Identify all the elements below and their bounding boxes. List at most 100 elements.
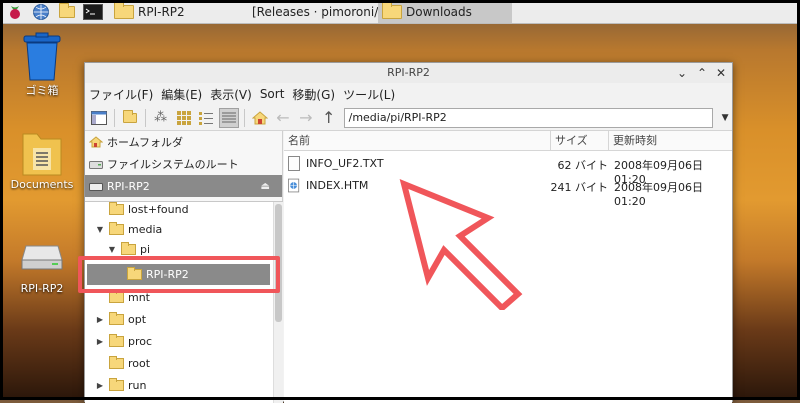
- toolbar-separator: [144, 108, 146, 127]
- task-label: [Releases · pimoroni/...: [252, 4, 378, 19]
- place-home[interactable]: ホームフォルダ: [85, 131, 282, 153]
- pointer-arrow-icon: [399, 178, 523, 310]
- home-icon: [89, 136, 103, 148]
- column-header-modified[interactable]: 更新時刻: [609, 131, 732, 151]
- path-text: /media/pi/RPI-RP2: [348, 110, 447, 124]
- chevron-down-icon[interactable]: ▼: [95, 225, 105, 234]
- tree-item-proc[interactable]: ▶ proc: [95, 331, 152, 351]
- folder-icon: [382, 1, 402, 19]
- menu-edit[interactable]: 編集(E): [161, 86, 202, 103]
- folder-icon: [109, 355, 124, 369]
- compact-view-icon[interactable]: [196, 108, 216, 128]
- tree-label: pi: [140, 242, 151, 256]
- up-arrow-icon[interactable]: ↑: [319, 108, 339, 128]
- tree-item-run[interactable]: ▶ run: [95, 375, 146, 395]
- folder-icon: [109, 377, 124, 391]
- trash-icon: [23, 32, 61, 81]
- tree-item-lost-found[interactable]: lost+found: [95, 202, 189, 219]
- toolbar-separator: [244, 108, 246, 127]
- chevron-down-icon[interactable]: ▼: [107, 245, 117, 254]
- close-icon[interactable]: ✕: [713, 63, 729, 83]
- task-label: RPI-RP2: [138, 4, 185, 19]
- tree-scrollbar[interactable]: [273, 202, 283, 403]
- folder-icon: [121, 241, 136, 255]
- new-window-icon[interactable]: [89, 108, 109, 128]
- eject-icon[interactable]: ⏏: [261, 181, 270, 192]
- folder-icon: [114, 1, 134, 19]
- tree-item-root[interactable]: root: [95, 353, 150, 373]
- detailed-list-view-icon[interactable]: [219, 107, 240, 128]
- tree-label: lost+found: [128, 202, 189, 216]
- minimize-icon[interactable]: ⌄: [674, 63, 690, 83]
- path-input[interactable]: /media/pi/RPI-RP2: [343, 107, 714, 128]
- raspberry-menu-icon[interactable]: [4, 1, 26, 23]
- highlight-box: [78, 256, 280, 293]
- path-dropdown-icon[interactable]: ▼: [718, 113, 732, 123]
- documents-folder-icon: [22, 133, 62, 176]
- task-browser-releases[interactable]: [Releases · pimoroni/...: [244, 1, 378, 23]
- forward-arrow-icon[interactable]: →: [296, 108, 316, 128]
- tree-label: run: [128, 378, 147, 392]
- menu-view[interactable]: 表示(V): [210, 86, 252, 103]
- place-label: ホームフォルダ: [107, 136, 184, 149]
- tree-label: opt: [128, 312, 147, 326]
- desktop-label: Documents: [10, 178, 74, 191]
- icon-view-icon[interactable]: ⁂: [151, 108, 171, 128]
- tree-item-media[interactable]: ▼ media: [95, 219, 162, 239]
- taskbar: RPI-RP2 [Releases · pimoroni/... Downloa…: [0, 0, 800, 24]
- removable-drive-icon: [89, 183, 103, 191]
- menubar: ファイル(F) 編集(E) 表示(V) Sort 移動(G) ツール(L): [85, 83, 732, 105]
- terminal-icon[interactable]: [82, 1, 104, 23]
- file-size: 62 バイト: [557, 159, 609, 172]
- column-header-name[interactable]: 名前: [284, 131, 551, 151]
- toolbar-separator: [113, 108, 115, 127]
- tree-item-opt[interactable]: ▶ opt: [95, 309, 146, 329]
- task-rpi-rp2[interactable]: RPI-RP2: [110, 1, 244, 23]
- folder-icon: [109, 333, 124, 347]
- removable-drive-icon: [21, 245, 63, 270]
- home-icon[interactable]: [250, 108, 270, 128]
- toolbar: ⁂ ← → ↑ /media/pi/RPI-RP2 ▼: [85, 105, 732, 131]
- folder-icon: [109, 311, 124, 325]
- desktop-trash[interactable]: ゴミ箱: [14, 32, 70, 98]
- tree-label: media: [128, 222, 163, 236]
- file-row[interactable]: INFO_UF2.TXT 62 バイト 2008年09月06日 01:20: [284, 153, 732, 186]
- file-size: 241 バイト: [550, 181, 609, 194]
- back-arrow-icon[interactable]: ←: [273, 108, 293, 128]
- task-downloads[interactable]: Downloads: [378, 0, 512, 23]
- chevron-right-icon[interactable]: ▶: [95, 381, 105, 390]
- maximize-icon[interactable]: ⌃: [694, 63, 710, 83]
- folder-icon: [109, 289, 124, 303]
- chevron-right-icon[interactable]: ▶: [95, 337, 105, 346]
- desktop-documents[interactable]: Documents: [6, 128, 78, 191]
- place-rpi-rp2[interactable]: RPI-RP2 ⏏: [85, 175, 282, 197]
- menu-go[interactable]: 移動(G): [292, 86, 335, 103]
- web-browser-icon[interactable]: [30, 1, 52, 23]
- window-title: RPI-RP2: [387, 66, 430, 79]
- menu-file[interactable]: ファイル(F): [89, 86, 153, 103]
- html-file-icon: [288, 178, 300, 193]
- desktop-drive[interactable]: RPI-RP2: [12, 236, 72, 295]
- menu-sort[interactable]: Sort: [260, 87, 285, 101]
- text-file-icon: [288, 156, 300, 171]
- place-filesystem-root[interactable]: ファイルシステムのルート: [85, 153, 282, 175]
- column-header-size[interactable]: サイズ: [551, 131, 609, 151]
- place-label: ファイルシステムのルート: [107, 158, 239, 171]
- folder-icon: [109, 221, 124, 235]
- thumbnail-view-icon[interactable]: [174, 108, 194, 128]
- new-tab-icon[interactable]: [120, 108, 140, 128]
- file-manager-icon[interactable]: [56, 1, 78, 23]
- task-label: Downloads: [406, 4, 472, 19]
- folder-icon: [109, 202, 124, 215]
- tree-label: proc: [128, 334, 153, 348]
- file-name: INFO_UF2.TXT: [306, 157, 384, 170]
- menu-tools[interactable]: ツール(L): [343, 86, 395, 103]
- file-modified: 2008年09月06日 01:20: [614, 181, 703, 208]
- window-titlebar[interactable]: RPI-RP2 ⌄ ⌃ ✕: [85, 63, 732, 83]
- tree-label: root: [128, 356, 151, 370]
- drive-icon: [89, 161, 103, 169]
- directory-tree: lost+found ▼ media ▼ pi RPI-RP2 mnt ▶ op…: [85, 201, 283, 403]
- file-name: INDEX.HTM: [306, 179, 369, 192]
- desktop-label: RPI-RP2: [20, 282, 64, 295]
- chevron-right-icon[interactable]: ▶: [95, 315, 105, 324]
